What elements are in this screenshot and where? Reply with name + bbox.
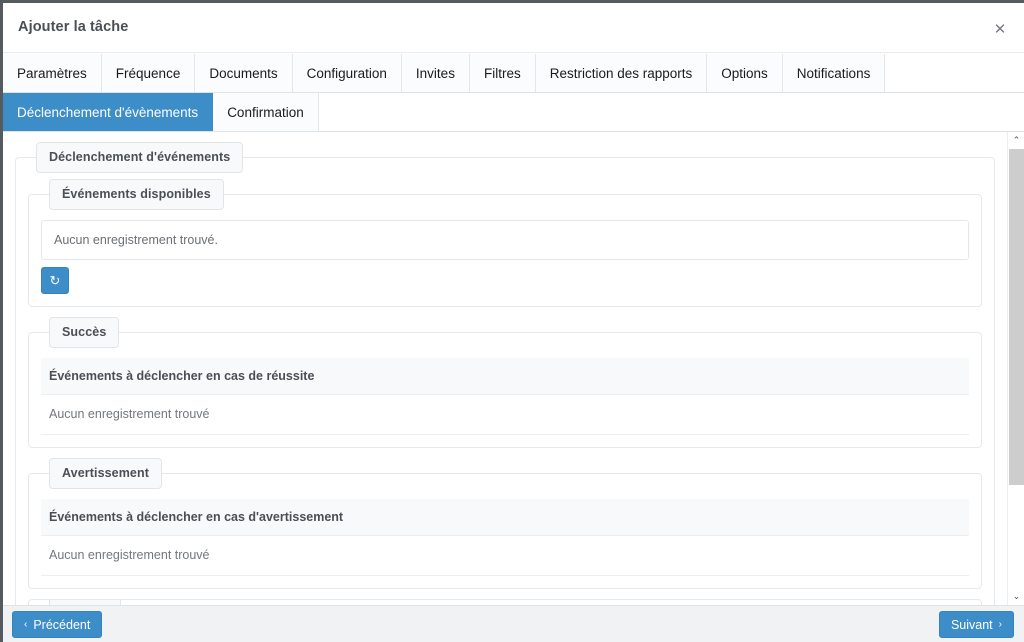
scroll-up-icon[interactable]: ⌃ bbox=[1008, 132, 1024, 149]
previous-button-label: Précédent bbox=[33, 617, 91, 632]
scrollbar-track[interactable] bbox=[1008, 149, 1024, 588]
refresh-icon[interactable]: ↻ bbox=[41, 267, 69, 294]
success-table-header: Événements à déclencher en cas de réussi… bbox=[41, 358, 969, 395]
tab-panel-declenchement-devenements: Déclenchement d'événements Événements di… bbox=[3, 132, 1024, 605]
available-events-empty-text: Aucun enregistrement trouvé. bbox=[54, 233, 218, 247]
tab-row-primary: Paramètres Fréquence Documents Configura… bbox=[3, 54, 1024, 93]
previous-button[interactable]: ‹ Précédent bbox=[12, 611, 103, 638]
tab-configuration[interactable]: Configuration bbox=[292, 54, 402, 92]
tab-confirmation[interactable]: Confirmation bbox=[213, 93, 319, 131]
chevron-right-icon: › bbox=[998, 618, 1002, 630]
tab-bar: Paramètres Fréquence Documents Configura… bbox=[3, 54, 1024, 132]
add-task-dialog: Ajouter la tâche ✕ Paramètres Fréquence … bbox=[0, 0, 1024, 642]
success-table-empty-row: Aucun enregistrement trouvé bbox=[41, 395, 969, 435]
tab-parametres[interactable]: Paramètres bbox=[3, 54, 102, 92]
warning-table-header: Événements à déclencher en cas d'avertis… bbox=[41, 499, 969, 536]
available-events-box: Aucun enregistrement trouvé. bbox=[41, 220, 969, 260]
fieldset-legend-succes: Succès bbox=[49, 317, 120, 348]
dialog-footer: ‹ Précédent Suivant › bbox=[3, 605, 1024, 642]
tab-filtres[interactable]: Filtres bbox=[469, 54, 536, 92]
tab-row-filler-2 bbox=[318, 93, 1024, 131]
success-events-table: Événements à déclencher en cas de réussi… bbox=[41, 358, 969, 435]
fieldset-avertissement: Avertissement Événements à déclencher en… bbox=[28, 458, 982, 589]
scroll-content: Déclenchement d'événements Événements di… bbox=[3, 132, 1007, 605]
tab-row-filler bbox=[885, 54, 1024, 92]
scrollbar-thumb[interactable] bbox=[1009, 149, 1024, 485]
fieldset-legend-evenements-disponibles: Événements disponibles bbox=[49, 179, 224, 210]
warning-events-table: Événements à déclencher en cas d'avertis… bbox=[41, 499, 969, 576]
tab-documents[interactable]: Documents bbox=[195, 54, 293, 92]
tab-row-secondary: Déclenchement d'évènements Confirmation bbox=[3, 93, 1024, 132]
warning-table-empty-row: Aucun enregistrement trouvé bbox=[41, 536, 969, 576]
dialog-title: Ajouter la tâche bbox=[18, 19, 129, 35]
tab-options[interactable]: Options bbox=[707, 54, 783, 92]
tab-frequence[interactable]: Fréquence bbox=[101, 54, 196, 92]
tab-invites[interactable]: Invites bbox=[401, 54, 470, 92]
tab-notifications[interactable]: Notifications bbox=[782, 54, 886, 92]
fieldset-declenchement-devenements: Déclenchement d'événements Événements di… bbox=[15, 142, 995, 605]
scroll-down-icon[interactable]: ⌄ bbox=[1008, 588, 1024, 605]
fieldset-succes: Succès Événements à déclencher en cas de… bbox=[28, 317, 982, 448]
close-icon[interactable]: ✕ bbox=[990, 19, 1010, 39]
fieldset-evenements-disponibles: Événements disponibles Aucun enregistrem… bbox=[28, 179, 982, 307]
dialog-header: Ajouter la tâche ✕ bbox=[3, 3, 1024, 53]
tab-declenchement-devenements[interactable]: Déclenchement d'évènements bbox=[3, 93, 214, 131]
vertical-scrollbar[interactable]: ⌃ ⌄ bbox=[1007, 132, 1024, 605]
fieldset-legend-declenchement: Déclenchement d'événements bbox=[36, 142, 244, 173]
chevron-left-icon: ‹ bbox=[24, 618, 28, 630]
tab-restriction-des-rapports[interactable]: Restriction des rapports bbox=[535, 54, 708, 92]
fieldset-legend-avertissement: Avertissement bbox=[49, 458, 162, 489]
next-button-label: Suivant bbox=[950, 617, 993, 632]
next-button[interactable]: Suivant › bbox=[938, 611, 1014, 638]
